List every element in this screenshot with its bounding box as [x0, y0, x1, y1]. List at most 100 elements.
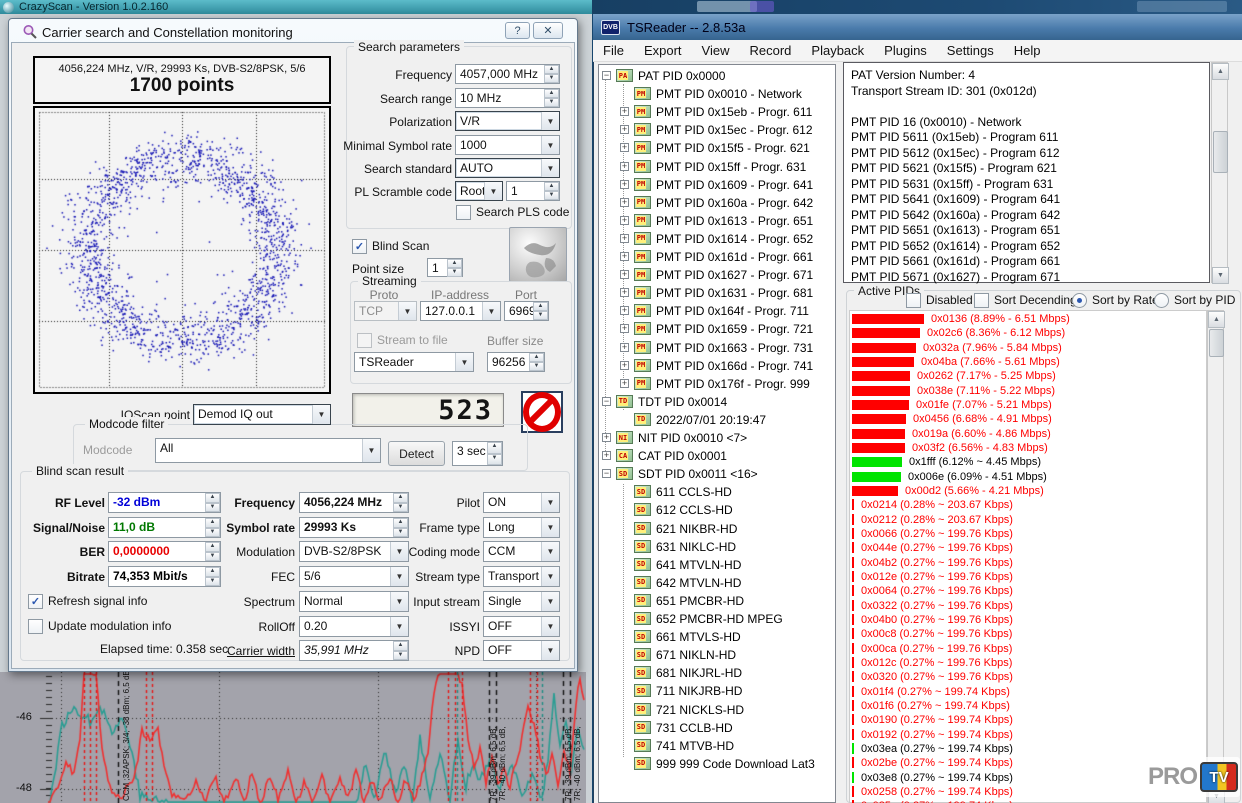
- tree-item[interactable]: 652 PMCBR-HD MPEG: [656, 611, 783, 627]
- tree-expander-plus[interactable]: +: [620, 252, 629, 261]
- iqscan-point-select[interactable]: Demod IQ out▼: [193, 404, 331, 425]
- search-frequency[interactable]: 4057,000 MHz▲▼: [455, 64, 560, 84]
- tree-item[interactable]: 731 CCLB-HD: [656, 720, 733, 736]
- tree-item[interactable]: PAT PID 0x0000: [638, 68, 725, 84]
- refresh-signal-checkbox[interactable]: ✓ Refresh signal info: [28, 594, 147, 609]
- pid-row[interactable]: 0x0066 (0.27% ~ 199.76 Kbps): [861, 528, 1013, 541]
- result-coding-mode[interactable]: CCM▼: [483, 541, 560, 562]
- pat-scrollbar[interactable]: ▲ ▼: [1211, 62, 1228, 283]
- menu-settings[interactable]: Settings: [937, 40, 1004, 61]
- spinner-buttons[interactable]: ▲▼: [544, 89, 559, 107]
- pid-row[interactable]: 0x0258 (0.27% ~ 199.74 Kbps): [861, 786, 1013, 799]
- pid-row[interactable]: 0x0456 (6.68% - 4.91 Mbps): [913, 413, 1052, 426]
- dropdown-arrow-icon[interactable]: ▼: [362, 439, 380, 462]
- pid-row[interactable]: 0x012e (0.27% ~ 199.76 Kbps): [861, 571, 1013, 584]
- scroll-up-icon[interactable]: ▲: [1212, 63, 1229, 80]
- tree-item[interactable]: PMT PID 0x176f - Progr. 999: [656, 376, 810, 392]
- dropdown-arrow-icon[interactable]: ▼: [482, 302, 500, 320]
- tree-item[interactable]: PMT PID 0x15eb - Progr. 611: [656, 104, 812, 120]
- pid-row[interactable]: 0x012c (0.27% ~ 199.76 Kbps): [861, 657, 1012, 670]
- dialog-help-button[interactable]: ?: [505, 22, 530, 39]
- spin-down-icon[interactable]: ▼: [544, 191, 559, 200]
- result-frame-type[interactable]: Long▼: [483, 517, 560, 538]
- tree-item[interactable]: PMT PID 0x1627 - Progr. 671: [656, 267, 813, 283]
- menu-file[interactable]: File: [593, 40, 634, 61]
- scroll-up-icon[interactable]: ▲: [1208, 311, 1225, 328]
- tree-item[interactable]: PMT PID 0x161d - Progr. 661: [656, 249, 813, 265]
- pid-row[interactable]: 0x0322 (0.27% ~ 199.76 Kbps): [861, 600, 1013, 613]
- tree-expander-plus[interactable]: +: [602, 433, 611, 442]
- tree-expander-plus[interactable]: +: [620, 306, 629, 315]
- tree-item[interactable]: 681 NIKJRL-HD: [656, 665, 742, 681]
- tree-item[interactable]: PMT PID 0x15ec - Progr. 612: [656, 122, 813, 138]
- search-minimal-symbol-rate[interactable]: 1000▼: [455, 135, 560, 155]
- dropdown-arrow-icon[interactable]: ▼: [455, 353, 473, 371]
- tree-expander-plus[interactable]: +: [602, 451, 611, 460]
- result-pilot[interactable]: ON▼: [483, 492, 560, 513]
- crazyscan-window-titlebar[interactable]: CrazyScan - Version 1.0.2.160: [0, 0, 592, 14]
- pid-row[interactable]: 0x1fff (6.12% ~ 4.45 Mbps): [909, 456, 1041, 469]
- pid-row[interactable]: 0x00d2 (5.66% - 4.21 Mbps): [905, 485, 1044, 498]
- menu-view[interactable]: View: [692, 40, 740, 61]
- pid-row[interactable]: 0x03ea (0.27% ~ 199.74 Kbps): [861, 743, 1013, 756]
- spin-down-icon[interactable]: ▼: [533, 311, 548, 320]
- spin-up-icon[interactable]: ▲: [447, 259, 462, 268]
- spin-up-icon[interactable]: ▲: [487, 442, 502, 454]
- pid-row[interactable]: 0x0262 (7.17% - 5.25 Mbps): [917, 370, 1056, 383]
- ip-address-select[interactable]: 127.0.0.1▼: [420, 301, 501, 321]
- search-pls-checkbox[interactable]: Search PLS code: [456, 205, 569, 220]
- tree-item[interactable]: 621 NIKBR-HD: [656, 521, 737, 537]
- dropdown-arrow-icon[interactable]: ▼: [541, 493, 559, 512]
- dropdown-arrow-icon[interactable]: ▼: [541, 592, 559, 611]
- tree-expander-plus[interactable]: +: [620, 270, 629, 279]
- pid-row[interactable]: 0x02c6 (8.36% - 6.12 Mbps): [927, 327, 1065, 340]
- menu-plugins[interactable]: Plugins: [874, 40, 937, 61]
- search-search-range[interactable]: 10 MHz▲▼: [455, 88, 560, 108]
- pid-row[interactable]: 0x03e8 (0.27% ~ 199.74 Kbps): [861, 772, 1013, 785]
- pid-row[interactable]: 0x01f4 (0.27% ~ 199.74 Kbps): [861, 686, 1010, 699]
- tree-item[interactable]: PMT PID 0x1613 - Progr. 651: [656, 213, 813, 229]
- tree-item[interactable]: PMT PID 0x15f5 - Progr. 621: [656, 140, 810, 156]
- dropdown-arrow-icon[interactable]: ▼: [541, 159, 559, 177]
- sort-descending-checkbox[interactable]: Sort Decending: [974, 293, 1077, 308]
- spin-down-icon[interactable]: ▼: [487, 454, 502, 466]
- scrollbar-thumb[interactable]: [1209, 329, 1224, 357]
- sort-by-rate-radio[interactable]: Sort by Rate: [1072, 293, 1159, 308]
- tree-expander-plus[interactable]: +: [620, 107, 629, 116]
- sort-by-pid-radio[interactable]: Sort by PID: [1154, 293, 1235, 308]
- dropdown-arrow-icon[interactable]: ▼: [541, 542, 559, 561]
- result-stream-type[interactable]: Transport▼: [483, 566, 560, 587]
- point-size-stepper[interactable]: 1▲▼: [427, 258, 463, 277]
- result-npd[interactable]: OFF▼: [483, 640, 560, 661]
- tree-expander-minus[interactable]: −: [602, 71, 611, 80]
- dropdown-arrow-icon[interactable]: ▼: [541, 617, 559, 636]
- result-input-stream[interactable]: Single▼: [483, 591, 560, 612]
- tree-item[interactable]: PMT PID 0x164f - Progr. 711: [656, 303, 809, 319]
- pid-row[interactable]: 0x044e (0.27% ~ 199.76 Kbps): [861, 542, 1013, 555]
- pid-row[interactable]: 0x006e (6.09% - 4.51 Mbps): [908, 471, 1047, 484]
- stream-to-file-checkbox[interactable]: Stream to file: [357, 333, 448, 348]
- tree-item[interactable]: 651 PMCBR-HD: [656, 593, 744, 609]
- tree-expander-plus[interactable]: +: [620, 216, 629, 225]
- tree-item[interactable]: SDT PID 0x0011 <16>: [638, 466, 758, 482]
- tree-item[interactable]: NIT PID 0x0010 <7>: [638, 430, 747, 446]
- menu-help[interactable]: Help: [1004, 40, 1051, 61]
- tree-item[interactable]: PMT PID 0x1659 - Progr. 721: [656, 321, 813, 337]
- pid-row[interactable]: 0x00ca (0.27% ~ 199.76 Kbps): [861, 643, 1012, 656]
- spin-up-icon[interactable]: ▲: [529, 353, 544, 362]
- spinner-buttons[interactable]: ▲▼: [529, 353, 544, 371]
- pid-row[interactable]: 0x00c8 (0.27% ~ 199.76 Kbps): [861, 628, 1012, 641]
- menu-record[interactable]: Record: [739, 40, 801, 61]
- pid-row[interactable]: 0x01fe (7.07% - 5.21 Mbps): [916, 399, 1052, 412]
- tree-expander-plus[interactable]: +: [620, 361, 629, 370]
- tree-item[interactable]: 2022/07/01 20:19:47: [656, 412, 766, 428]
- tree-item[interactable]: PMT PID 0x1609 - Progr. 641: [656, 177, 813, 193]
- disabled-checkbox[interactable]: Disabled: [906, 293, 973, 308]
- spinner-buttons[interactable]: ▲▼: [544, 182, 559, 200]
- blind-scan-checkbox[interactable]: ✓ Blind Scan: [352, 239, 429, 254]
- spin-up-icon[interactable]: ▲: [544, 65, 559, 74]
- dropdown-arrow-icon[interactable]: ▼: [541, 112, 559, 130]
- search-pl-scramble-code[interactable]: 1▲▼: [506, 181, 560, 201]
- buffer-size-stepper[interactable]: 96256▲▼: [487, 352, 545, 372]
- tree-item[interactable]: 611 CCLS-HD: [656, 484, 732, 500]
